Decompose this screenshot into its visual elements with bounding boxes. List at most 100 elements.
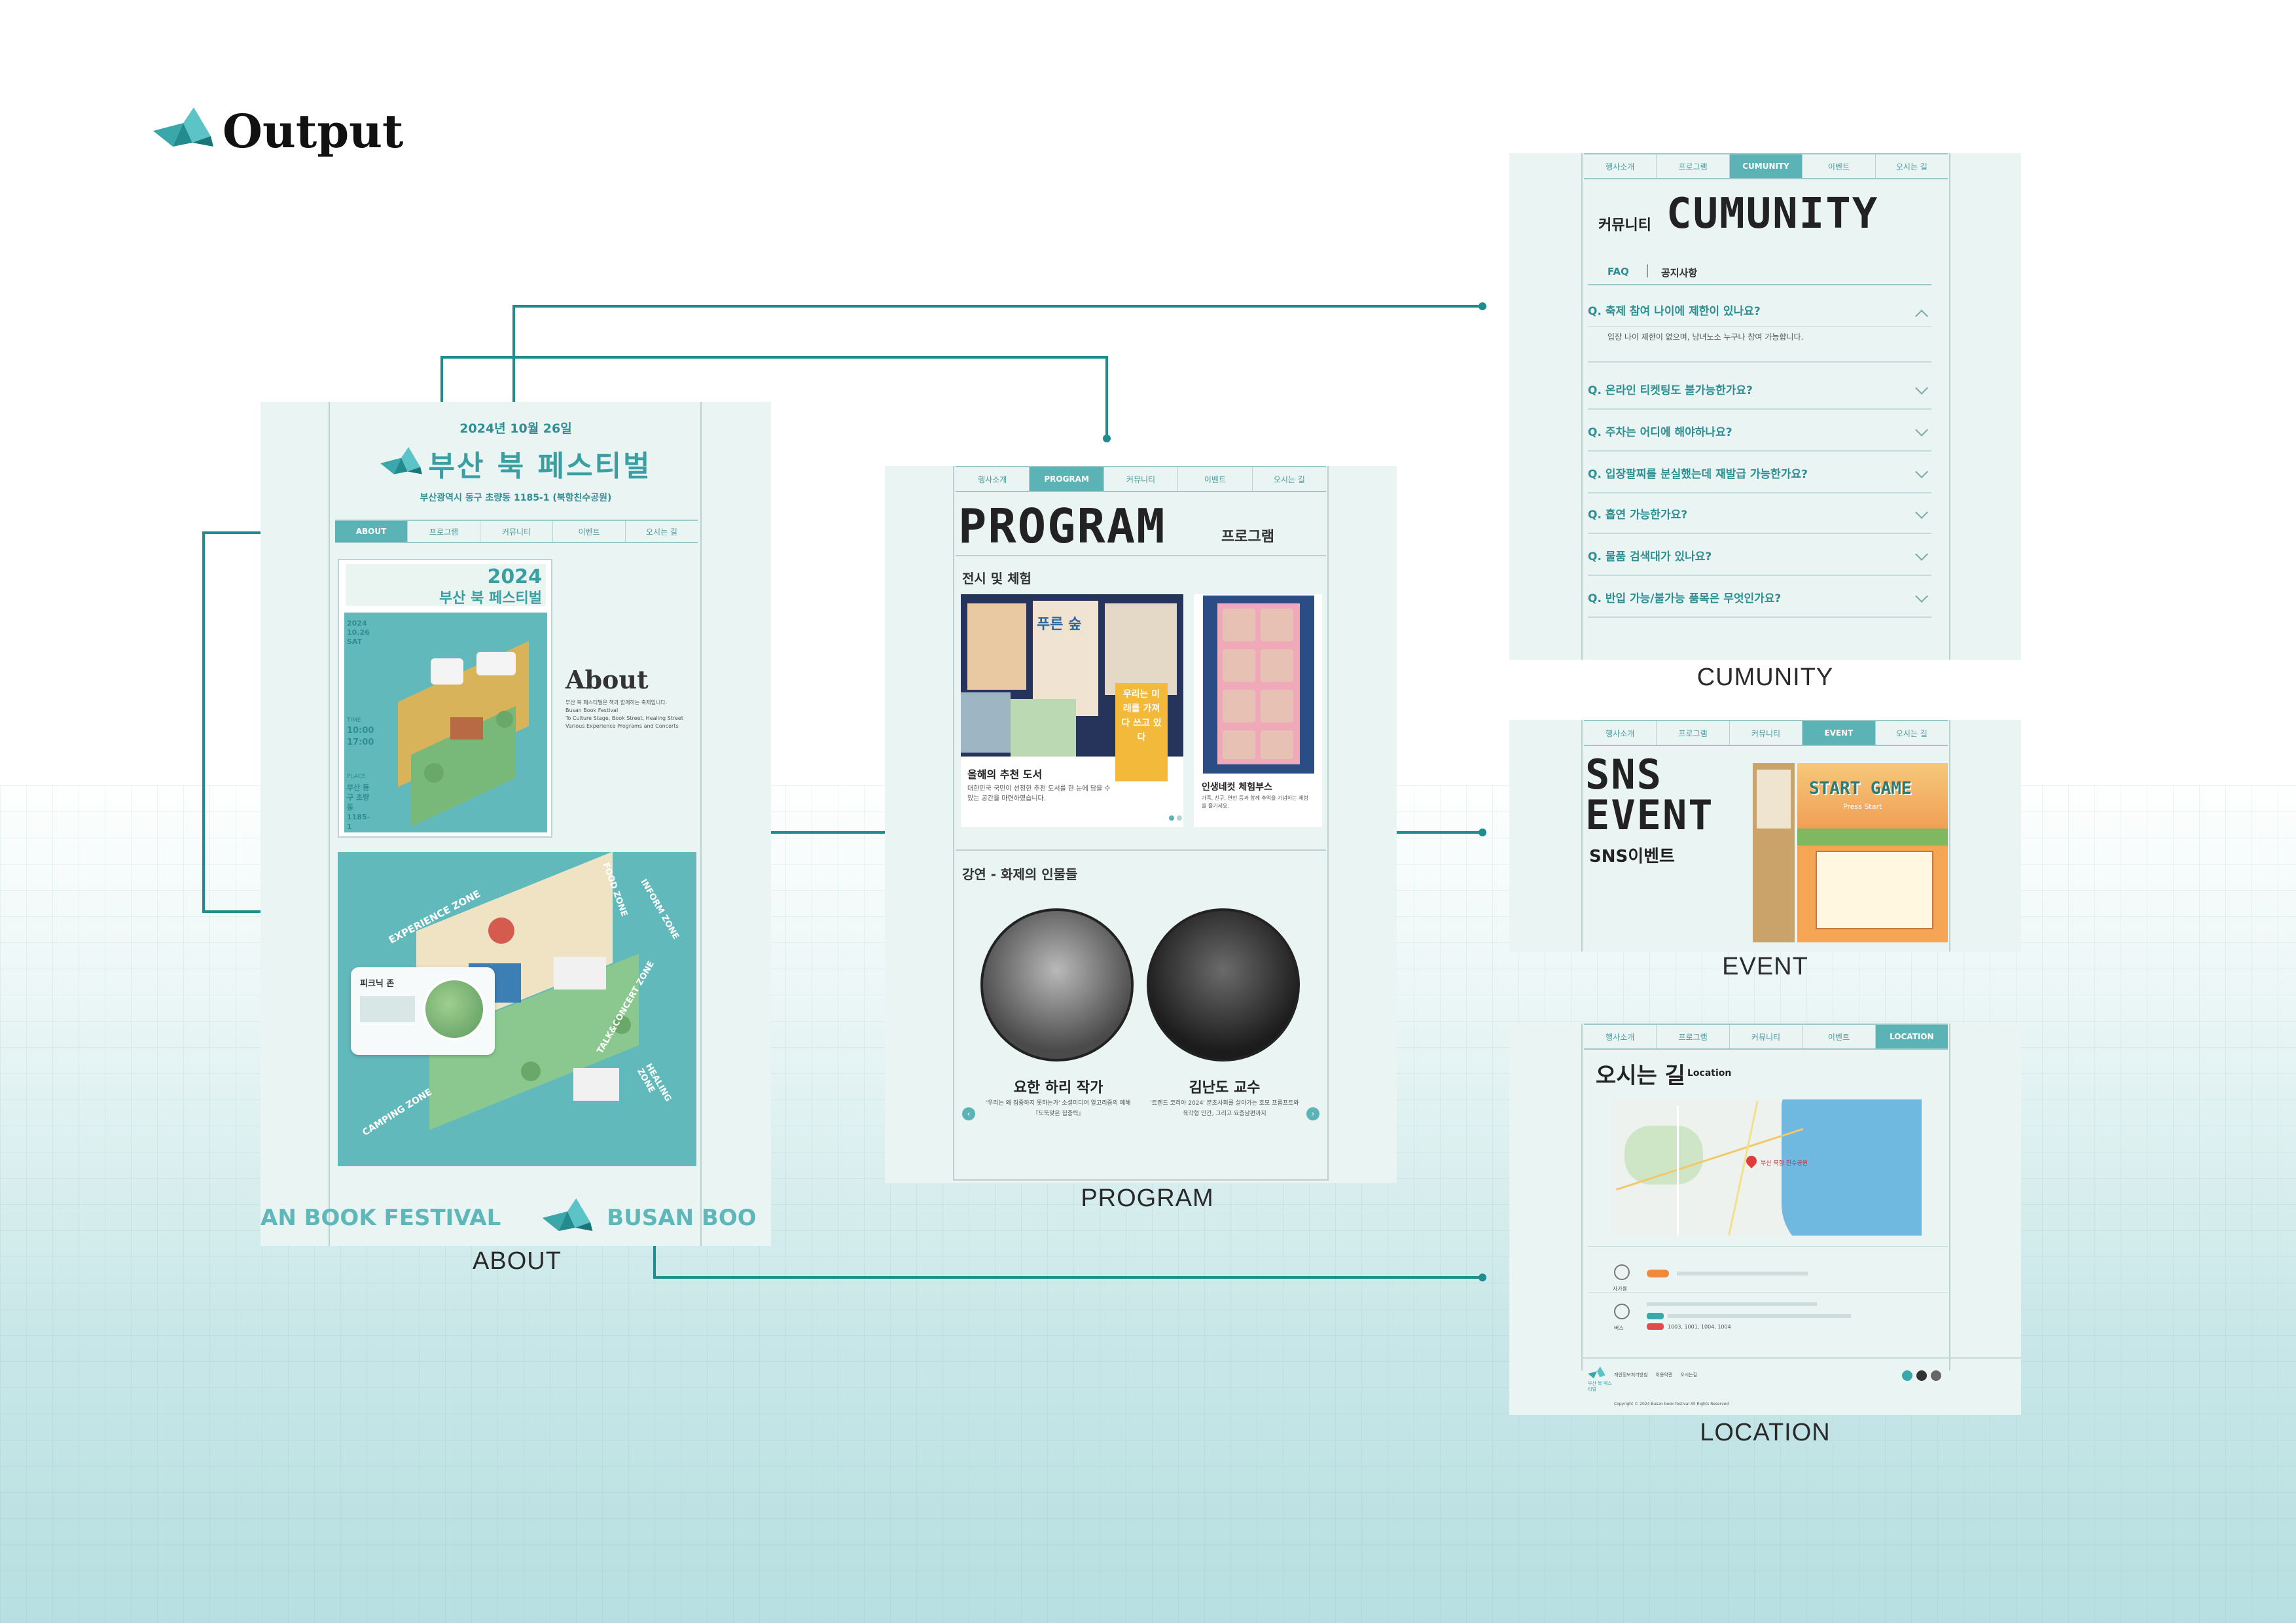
- program-page-mockup: 행사소개 PROGRAM 커뮤니티 이벤트 오시는 길 PROGRAM 프로그램…: [885, 466, 1397, 1183]
- tab-event[interactable]: 이벤트: [1178, 467, 1253, 491]
- tab-program[interactable]: 프로그램: [1657, 154, 1730, 178]
- program-caption: PROGRAM: [1081, 1185, 1214, 1212]
- speaker1-photo: [980, 908, 1134, 1061]
- footer-link-directions[interactable]: 오시는길: [1680, 1370, 1697, 1380]
- community-page-mockup: 행사소개 프로그램 CUMUNITY 이벤트 오시는 길 커뮤니티 CUMUNI…: [1509, 153, 2021, 660]
- community-title-kr: 커뮤니티: [1598, 217, 1651, 234]
- connector-dot-location: [1479, 1274, 1486, 1281]
- faq-item[interactable]: Q. 물품 검색대가 있나요?: [1588, 535, 1931, 576]
- chevron-down-icon: [1915, 548, 1928, 561]
- section-lecture: 강연 - 화제의 인물들: [962, 866, 1078, 882]
- faq-item-open[interactable]: Q. 축제 참여 나이에 제한이 있나요?: [1588, 293, 1931, 326]
- tab-location[interactable]: LOCATION: [1875, 1025, 1948, 1048]
- recommended-books-card[interactable]: 푸른 숲 우리는 미래를 가져다 쓰고 있다 올해의 추천 도서 대한민국 국민…: [961, 594, 1183, 827]
- bird-logo-icon: [542, 1198, 593, 1231]
- chevron-down-icon: [1915, 465, 1928, 478]
- community-nav: 행사소개 프로그램 CUMUNITY 이벤트 오시는 길: [1584, 153, 1948, 179]
- connector-line-program: [440, 356, 1108, 359]
- tab-program[interactable]: 프로그램: [1657, 1025, 1730, 1048]
- photo-booth-card[interactable]: 인생네컷 체험부스 가족, 친구, 연인 등과 함께 추억을 기념하는 체험을 …: [1194, 594, 1322, 827]
- poster-illustration: [385, 632, 542, 829]
- poster-title: 부산 북 페스티벌: [439, 590, 542, 607]
- popup-title: 피크닉 존: [360, 979, 395, 989]
- tab-community[interactable]: CUMUNITY: [1729, 154, 1803, 178]
- footer-link-privacy[interactable]: 개인정보처리방침: [1614, 1370, 1648, 1380]
- tab-program[interactable]: 프로그램: [408, 521, 480, 542]
- faq-answer: 입장 나이 제한이 없으며, 남녀노소 누구나 참여 가능합니다.: [1607, 332, 1804, 342]
- about-page-mockup: 2024년 10월 26일 부산 북 페스티벌 부산광역시 동구 초량동 118…: [260, 402, 771, 1246]
- poster-time: 10:00 17:00: [347, 726, 374, 747]
- faq-item[interactable]: Q. 온라인 티켓팅도 불가능한가요?: [1588, 369, 1931, 410]
- zone-label: INFORM ZONE: [638, 877, 681, 942]
- footer-links: 개인정보처리방침 이용약관 오시는길: [1614, 1370, 1697, 1380]
- tab-community[interactable]: 커뮤니티: [1104, 467, 1179, 491]
- location-title-kr: 오시는 길: [1596, 1063, 1685, 1089]
- poster-place-label: PLACE: [347, 774, 366, 780]
- game-title: START GAME: [1809, 779, 1912, 798]
- connector-dot-program: [1103, 435, 1111, 442]
- tab-event[interactable]: 이벤트: [1803, 1025, 1876, 1048]
- carousel-next-button[interactable]: ›: [1306, 1107, 1319, 1120]
- tab-location[interactable]: 오시는 길: [626, 521, 698, 542]
- card1-desc: 대한민국 국민이 선정한 추천 도서를 한 눈에 담을 수 있는 공간을 마련하…: [967, 785, 1111, 802]
- speaker1-name: 요한 하리 작가: [1013, 1080, 1103, 1096]
- card2-title: 인생네컷 체험부스: [1202, 782, 1272, 793]
- tab-location[interactable]: 오시는 길: [1876, 154, 1948, 178]
- speaker2-name: 김난도 교수: [1189, 1080, 1261, 1096]
- poster-date: 2024 10.26 SAT: [347, 619, 370, 646]
- notice-subtab[interactable]: 공지사항: [1661, 266, 1697, 279]
- poster-time-label: TIME: [347, 717, 361, 724]
- tab-program[interactable]: 프로그램: [1657, 721, 1730, 745]
- tab-about[interactable]: 행사소개: [956, 467, 1030, 491]
- book-poster: [1753, 763, 1795, 942]
- bird-logo-icon: [153, 107, 213, 147]
- community-caption: CUMUNITY: [1696, 664, 1834, 691]
- faq-subtab[interactable]: FAQ: [1607, 266, 1629, 277]
- bird-logo-icon: [1588, 1366, 1605, 1379]
- card1-title: 올해의 추천 도서: [967, 768, 1043, 781]
- tab-location[interactable]: 오시는 길: [1253, 467, 1326, 491]
- tab-about[interactable]: ABOUT: [335, 521, 408, 542]
- festival-poster: 2024 부산 북 페스티벌 2024 10.26 SAT TIME 10:00…: [338, 559, 552, 838]
- about-title: 부산 북 페스티벌: [428, 450, 652, 483]
- poster-year: 2024: [487, 565, 543, 588]
- about-address: 부산광역시 동구 초량동 1185-1 (북항친수공원): [420, 493, 612, 503]
- tab-community[interactable]: 커뮤니티: [1730, 721, 1803, 745]
- chevron-down-icon: [1915, 423, 1928, 437]
- tab-event[interactable]: 이벤트: [553, 521, 626, 542]
- tab-community[interactable]: 커뮤니티: [1730, 1025, 1803, 1048]
- tab-about[interactable]: 행사소개: [1584, 154, 1657, 178]
- bus-label: 버스: [1614, 1325, 1624, 1331]
- tab-about[interactable]: 행사소개: [1584, 1025, 1657, 1048]
- game-event-banner[interactable]: START GAME Press Start: [1797, 763, 1948, 942]
- section-exhibition: 전시 및 체험: [962, 571, 1031, 586]
- photo-strip: [1217, 603, 1300, 764]
- about-nav: ABOUT 프로그램 커뮤니티 이벤트 오시는 길: [335, 520, 698, 543]
- location-page-mockup: 행사소개 프로그램 커뮤니티 이벤트 LOCATION 오시는 길 Locati…: [1509, 1024, 2021, 1415]
- bus-numbers: 1003, 1001, 1004, 1004: [1668, 1324, 1731, 1330]
- connector-line-location: [653, 1276, 1482, 1279]
- youtube-icon[interactable]: [1916, 1370, 1927, 1381]
- faq-item[interactable]: Q. 흡연 가능한가요?: [1588, 493, 1931, 534]
- card2-desc: 가족, 친구, 연인 등과 함께 추억을 기념하는 체험을 즐기세요.: [1202, 795, 1308, 809]
- faq-item[interactable]: Q. 반입 가능/불가능 품목은 무엇인가요?: [1588, 577, 1931, 618]
- tab-event[interactable]: EVENT: [1803, 721, 1876, 745]
- tab-community[interactable]: 커뮤니티: [480, 521, 553, 542]
- tab-event[interactable]: 이벤트: [1803, 154, 1876, 178]
- zone-popup[interactable]: 피크닉 존: [351, 967, 495, 1055]
- event-title-line1: SNS: [1585, 751, 1662, 798]
- instagram-icon[interactable]: [1931, 1370, 1941, 1381]
- faq-item[interactable]: Q. 입장팔찌를 분실했는데 재발급 가능한가요?: [1588, 453, 1931, 493]
- faq-item[interactable]: Q. 주차는 어디에 해야하나요?: [1588, 411, 1931, 452]
- car-icon: [1614, 1264, 1630, 1280]
- social-icon-1[interactable]: [1902, 1370, 1912, 1381]
- location-map[interactable]: 부산 북항 친수공원: [1611, 1099, 1922, 1236]
- carousel-prev-button[interactable]: ‹: [962, 1107, 975, 1120]
- tab-program[interactable]: PROGRAM: [1030, 467, 1104, 491]
- footer-link-terms[interactable]: 이용약관: [1656, 1370, 1673, 1380]
- location-caption: LOCATION: [1700, 1419, 1831, 1446]
- tab-about[interactable]: 행사소개: [1584, 721, 1657, 745]
- bird-logo-icon: [380, 447, 422, 474]
- tab-location[interactable]: 오시는 길: [1876, 721, 1948, 745]
- connector-dot-community: [1479, 302, 1486, 310]
